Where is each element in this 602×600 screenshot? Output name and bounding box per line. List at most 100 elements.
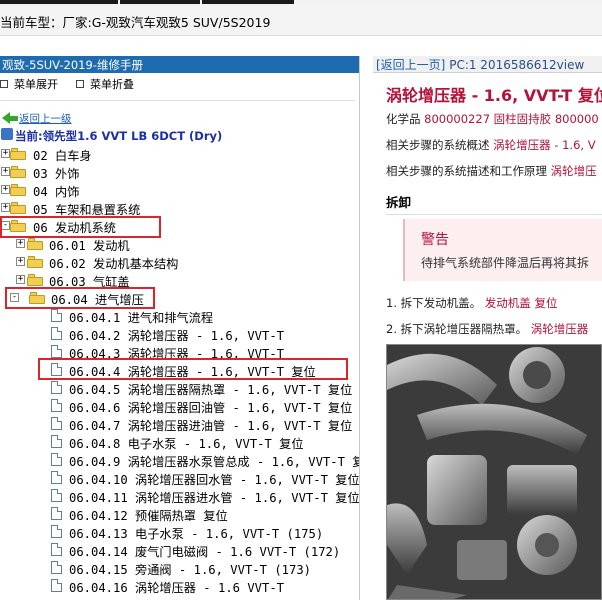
tree-document-node[interactable]: 06.04.16 涡轮增压器 - 1.6 VVT-T: [0, 577, 355, 595]
document-icon: [51, 309, 62, 322]
expand-toggle-icon[interactable]: +: [1, 149, 10, 158]
highlight-box: [5, 287, 155, 309]
tree-node-label: 04 内饰: [33, 185, 80, 199]
tree-document-node[interactable]: 06.04.2 涡轮增压器 - 1.6, VVT-T: [0, 325, 355, 343]
document-icon: [51, 327, 62, 340]
folder-icon: [27, 274, 43, 286]
tree-document-node[interactable]: 06.04.13 电子水泵 - 1.6, VVT-T (175): [0, 523, 355, 541]
content-header: [返回上一页] PC:1 2016586612view: [373, 56, 602, 73]
tree-folder-node[interactable]: +02 白车身: [0, 145, 355, 163]
folder-icon: [10, 166, 26, 178]
folder-icon-body: [10, 169, 26, 178]
step-2-link[interactable]: 涡轮增压器: [531, 322, 589, 336]
tree-document-node[interactable]: 06.04.14 废气门电磁阀 - 1.6 VVT-T (172): [0, 541, 355, 559]
tree-node-label: 06.04.6 涡轮增压器回油管 - 1.6, VVT-T 复位: [69, 401, 353, 415]
tree-node-label: 06.04.11 涡轮增压器进水管 - 1.6, VVT-T 复位: [69, 491, 360, 505]
back-page-link[interactable]: [返回上一页]: [376, 58, 445, 72]
tree-node-label: 03 外饰: [33, 167, 80, 181]
document-icon: [51, 435, 62, 448]
expand-toggle-icon[interactable]: +: [16, 257, 25, 266]
page-info: PC:1 2016586612view: [449, 58, 585, 72]
folder-icon-body: [10, 187, 26, 196]
tree-document-node[interactable]: 06.04.11 涡轮增压器进水管 - 1.6, VVT-T 复位: [0, 487, 359, 505]
related-overview-line: 相关步骤的系统概述 涡轮增压器 - 1.6, V: [386, 137, 596, 153]
document-icon: [51, 561, 62, 574]
tree-node-label: 06.04.7 涡轮增压器进油管 - 1.6, VVT-T 复位: [69, 419, 353, 433]
tree-folder-node[interactable]: +04 内饰: [0, 181, 355, 199]
tree-document-node[interactable]: 06.04.10 涡轮增压器回水管 - 1.6, VVT-T 复位: [0, 469, 359, 487]
tree-node-label: 06.04.1 进气和排气流程: [69, 311, 214, 325]
folder-icon: [10, 184, 26, 196]
chemicals-label: 化学品: [386, 112, 421, 126]
tree-node-label: 06.04.10 涡轮增压器回水管 - 1.6, VVT-T 复位: [69, 473, 360, 487]
folder-icon: [10, 202, 26, 214]
manual-title: 观致-5SUV-2019-维修手册: [0, 56, 359, 73]
document-icon: [51, 345, 62, 358]
tree-node-label: 06.04.9 涡轮增压器水泵管总成 - 1.6, VVT-T 复位: [69, 455, 360, 469]
tree-node-label: 06.04.16 涡轮增压器 - 1.6 VVT-T: [69, 581, 285, 595]
back-link[interactable]: 返回上一级: [19, 111, 72, 126]
folder-icon-body: [27, 277, 43, 286]
engine-illustration: [386, 344, 602, 600]
tree-document-node[interactable]: 06.04.5 涡轮增压器隔热罩 - 1.6, VVT-T 复位: [0, 379, 355, 397]
expand-toggle-icon[interactable]: +: [16, 275, 25, 284]
related-description-link[interactable]: 涡轮增压: [551, 164, 597, 178]
document-icon: [51, 489, 62, 502]
tree-document-node[interactable]: 06.04.7 涡轮增压器进油管 - 1.6, VVT-T 复位: [0, 415, 355, 433]
tree-node-label: 06.01 发动机: [49, 239, 130, 253]
tree-node-label: 06.04.2 涡轮增压器 - 1.6, VVT-T: [69, 329, 285, 343]
collapse-icon: [76, 80, 84, 88]
expand-toggle-icon[interactable]: +: [16, 239, 25, 248]
tree-document-node[interactable]: 06.04.6 涡轮增压器回油管 - 1.6, VVT-T 复位: [0, 397, 355, 415]
related-description-line: 相关步骤的系统描述和工作原理 涡轮增压: [386, 163, 597, 179]
expand-menu-label: 菜单展开: [14, 78, 58, 91]
car-model-bar: 当前车型：厂家:G-观致汽车观致5 SUV/5S2019: [0, 6, 602, 36]
tree-node-label: 06.04.5 涡轮增压器隔热罩 - 1.6, VVT-T 复位: [69, 383, 353, 397]
warning-text: 待排气系统部件降温后再将其拆: [421, 256, 590, 270]
step-1-text: 1. 拆下发动机盖。: [386, 296, 482, 310]
tree-folder-node[interactable]: +03 外饰: [0, 163, 355, 181]
step-1-link[interactable]: 发动机盖 复位: [485, 296, 558, 310]
tree-document-node[interactable]: 06.04.15 旁通阀 - 1.6, VVT-T (173): [0, 559, 355, 577]
top-tab[interactable]: [0, 0, 118, 4]
tree-document-node[interactable]: 06.04.9 涡轮增压器水泵管总成 - 1.6, VVT-T 复位: [0, 451, 359, 469]
manual-tree-panel: 观致-5SUV-2019-维修手册 菜单展开 菜单折叠 返回上一级 当前:领先型…: [0, 56, 360, 600]
document-icon: [51, 381, 62, 394]
related-overview-link[interactable]: 涡轮增压器 - 1.6, V: [493, 138, 595, 152]
collapse-menu-button[interactable]: 菜单折叠: [76, 76, 134, 92]
tree-document-node[interactable]: 06.04.8 电子水泵 - 1.6, VVT-T 复位: [0, 433, 355, 451]
car-model-value: 厂家:G-观致汽车观致5 SUV/5S2019: [62, 15, 271, 30]
tree-document-node[interactable]: 06.04.1 进气和排气流程: [0, 307, 355, 325]
related-overview-label: 相关步骤的系统概述: [386, 138, 490, 152]
tree-document-node[interactable]: 06.04.12 预催隔热罩 复位: [0, 505, 355, 523]
related-description-label: 相关步骤的系统描述和工作原理: [386, 164, 547, 178]
expand-icon: [0, 80, 8, 88]
document-icon: [51, 543, 62, 556]
back-arrow-icon[interactable]: [2, 112, 10, 124]
content-panel: [返回上一页] PC:1 2016586612view 涡轮增压器 - 1.6,…: [373, 56, 602, 600]
tree-node-label: 06.04.13 电子水泵 - 1.6, VVT-T (175): [69, 527, 324, 541]
top-tab[interactable]: [202, 0, 294, 4]
step-2: 2. 拆下涡轮增压器隔热罩。 涡轮增压器: [386, 321, 588, 337]
chemicals-link[interactable]: 800000227 固柱固持胶 800000: [424, 112, 599, 126]
expand-toggle-icon[interactable]: +: [1, 203, 10, 212]
current-model-icon: [1, 128, 13, 140]
folder-icon-body: [10, 151, 26, 160]
tree-node-label: 06.04.12 预催隔热罩 复位: [69, 509, 228, 523]
expand-toggle-icon[interactable]: +: [1, 185, 10, 194]
folder-icon-body: [27, 259, 43, 268]
expand-menu-button[interactable]: 菜单展开: [0, 76, 58, 92]
expand-toggle-icon[interactable]: +: [1, 167, 10, 176]
document-icon: [51, 399, 62, 412]
document-icon: [51, 579, 62, 592]
top-tab[interactable]: [120, 0, 200, 4]
tree-folder-node[interactable]: +06.02 发动机基本结构: [0, 253, 355, 271]
tree-folder-node[interactable]: +05 车架和悬置系统: [0, 199, 355, 217]
warning-title: 警告: [421, 232, 449, 248]
page-title: 涡轮增压器 - 1.6, VVT-T 复位: [386, 86, 602, 105]
document-icon: [51, 525, 62, 538]
step-2-text: 2. 拆下涡轮增压器隔热罩。: [386, 322, 528, 336]
tree-node-label: 06.04.15 旁通阀 - 1.6, VVT-T (173): [69, 563, 312, 577]
folder-icon-body: [10, 205, 26, 214]
back-arrow-icon-tail: [10, 115, 18, 121]
